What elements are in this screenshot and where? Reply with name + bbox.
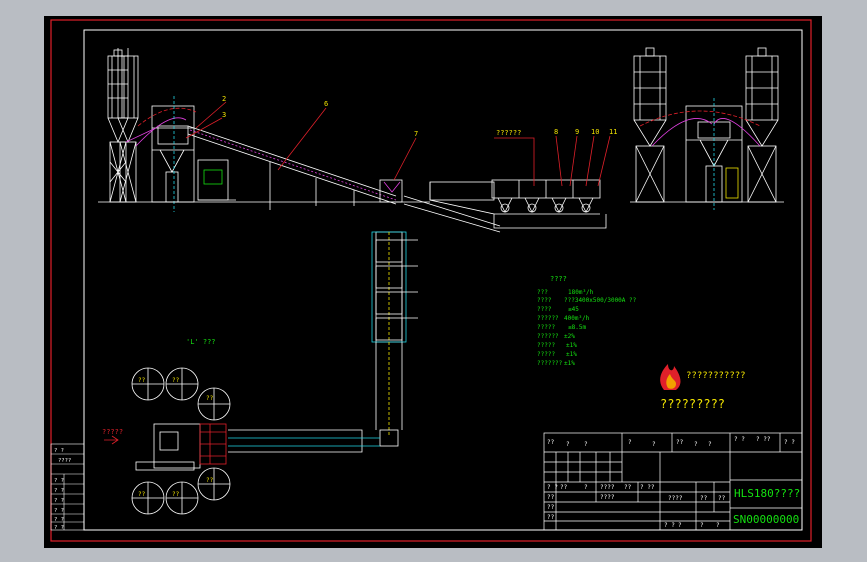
brand-name: ??????????? xyxy=(686,371,746,381)
plan-view-label: 'L' ??? xyxy=(186,338,216,346)
spec-key-7: ????? xyxy=(537,351,555,358)
spec-key-1: ???? xyxy=(537,297,552,304)
callout-2: 2 xyxy=(222,95,226,103)
spec-title: ???? xyxy=(550,275,567,283)
svg-text:??: ?? xyxy=(172,491,180,498)
svg-text:??: ?? xyxy=(547,514,555,521)
brand-subtitle: ????????? xyxy=(660,397,725,411)
callout-10: 10 xyxy=(591,128,599,136)
svg-text:??: ?? xyxy=(206,477,214,484)
spec-key-4: ????? xyxy=(537,324,555,331)
drawing-serial: SN00000000 xyxy=(733,513,799,526)
svg-text:? ?: ? ? xyxy=(54,488,64,494)
svg-text:??: ?? xyxy=(624,484,632,491)
drawing-model: HLS180???? xyxy=(734,487,800,500)
svg-text:??: ?? xyxy=(547,504,555,511)
svg-text:?: ? xyxy=(678,522,682,529)
svg-text:????: ???? xyxy=(58,458,71,464)
spec-key-0: ??? xyxy=(537,289,548,296)
spec-key-5: ?????? xyxy=(537,333,559,340)
svg-text:? ?: ? ? xyxy=(664,522,675,529)
spec-val-0: 180m³/h xyxy=(568,289,594,296)
svg-text:? ?: ? ? xyxy=(54,517,64,523)
svg-text:????: ???? xyxy=(600,484,615,491)
callout-7: 7 xyxy=(414,130,418,138)
svg-text:? ?: ? ? xyxy=(784,439,795,446)
spec-val-8: ±1% xyxy=(564,360,575,367)
svg-text:? ?: ? ? xyxy=(734,436,745,443)
svg-text:??: ?? xyxy=(138,491,146,498)
svg-text:?: ? xyxy=(566,441,570,448)
svg-text:? ?: ? ? xyxy=(54,448,64,454)
callout-8: 8 xyxy=(554,128,558,136)
svg-text:?: ? xyxy=(584,484,588,491)
svg-text:?: ? xyxy=(584,441,588,448)
callout-3: 3 xyxy=(222,111,226,119)
svg-text:? ??: ? ?? xyxy=(640,484,655,491)
svg-text:??: ?? xyxy=(676,439,684,446)
svg-text:? ?: ? ? xyxy=(54,478,64,484)
svg-text:??: ?? xyxy=(700,495,708,502)
drawing-svg: 2 3 6 7 ?????? 8 9 10 11 'L' ??? ????? ?… xyxy=(44,16,822,548)
cad-drawing-viewport[interactable]: 2 3 6 7 ?????? 8 9 10 11 'L' ??? ????? ?… xyxy=(0,0,867,562)
svg-text:??: ?? xyxy=(206,395,214,402)
spec-key-2: ???? xyxy=(537,306,552,313)
svg-text:????: ???? xyxy=(668,495,683,502)
spec-val-6: ±1% xyxy=(566,342,577,349)
plan-arrow-label: ????? xyxy=(102,428,123,436)
spec-val-3: 400m³/h xyxy=(564,315,590,322)
svg-text:?: ? xyxy=(628,439,632,446)
svg-text:? ?: ? ? xyxy=(54,498,64,504)
spec-key-3: ?????? xyxy=(537,315,559,322)
svg-text:??: ?? xyxy=(547,439,555,446)
callout-6: 6 xyxy=(324,100,328,108)
svg-text:??: ?? xyxy=(138,377,146,384)
svg-text:?: ? xyxy=(700,522,704,529)
svg-text:? ?: ? ? xyxy=(547,484,558,491)
svg-text:?: ? xyxy=(708,441,712,448)
spec-val-2: ≤45 xyxy=(568,306,579,313)
svg-text:??: ?? xyxy=(718,495,726,502)
callout-bins: ?????? xyxy=(496,129,521,137)
spec-key-8: ??????? xyxy=(537,360,563,367)
callout-11: 11 xyxy=(609,128,617,136)
svg-text:? ??: ? ?? xyxy=(756,436,771,443)
spec-val-5: ±2% xyxy=(564,333,575,340)
svg-text:? ?: ? ? xyxy=(54,525,64,531)
svg-text:??: ?? xyxy=(172,377,180,384)
spec-key-6: ????? xyxy=(537,342,555,349)
callout-9: 9 xyxy=(575,128,579,136)
spec-val-7: ±1% xyxy=(566,351,577,358)
svg-text:? ?: ? ? xyxy=(54,508,64,514)
svg-text:??: ?? xyxy=(560,484,568,491)
svg-text:????: ???? xyxy=(600,494,615,501)
svg-text:?: ? xyxy=(652,441,656,448)
svg-text:?: ? xyxy=(716,522,720,529)
svg-text:?: ? xyxy=(694,441,698,448)
spec-val-4: ≤8.5m xyxy=(568,324,586,331)
spec-val-1: ???3400x500/3000A ?? xyxy=(564,297,637,304)
svg-text:??: ?? xyxy=(547,494,555,501)
